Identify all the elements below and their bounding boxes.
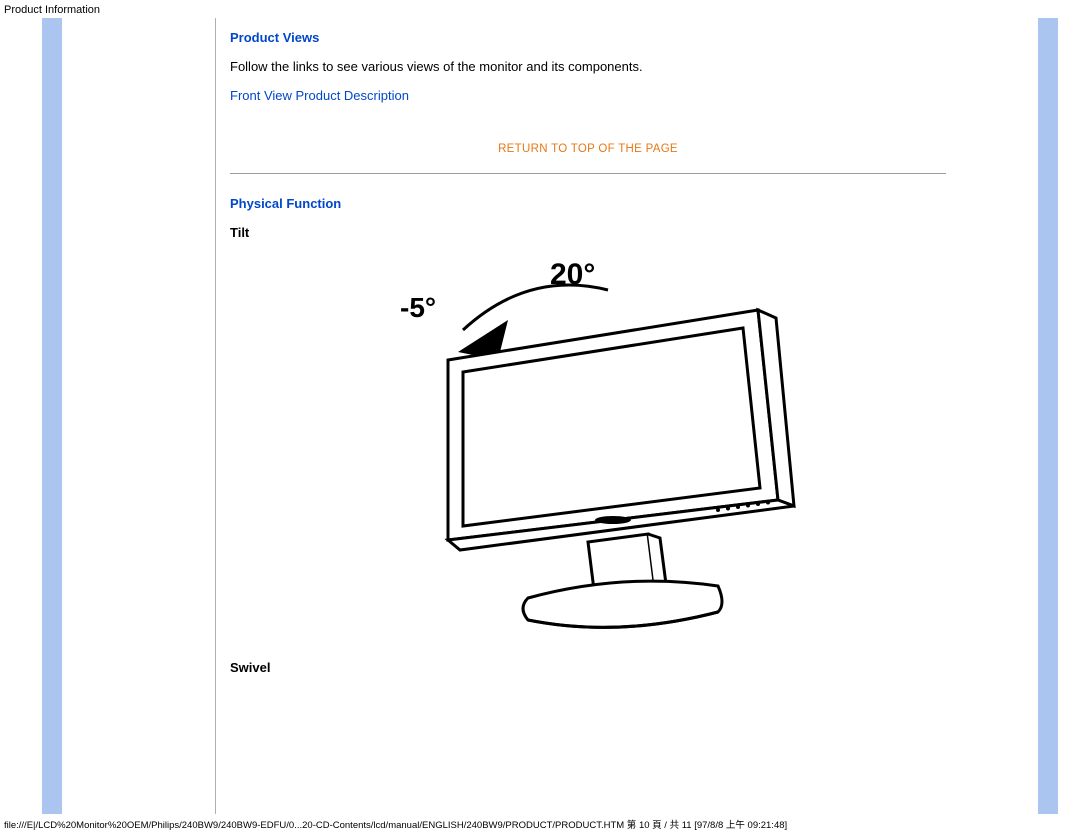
content-frame: Product Views Follow the links to see va…: [215, 18, 960, 814]
left-accent-stripe: [42, 18, 62, 814]
section-heading-product-views: Product Views: [230, 30, 946, 45]
tilt-angle-forward: 20°: [550, 258, 595, 292]
tilt-angle-back: -5°: [400, 292, 436, 324]
window-title: Product Information: [4, 4, 100, 16]
tilt-diagram: -5° 20°: [358, 260, 818, 650]
link-return-to-top[interactable]: RETURN TO TOP OF THE PAGE: [230, 143, 946, 155]
page-body: Product Views Follow the links to see va…: [0, 18, 1080, 814]
link-front-view-description[interactable]: Front View Product Description: [230, 88, 409, 103]
product-views-intro: Follow the links to see various views of…: [230, 59, 946, 74]
section-heading-physical-function: Physical Function: [230, 196, 946, 211]
footer-file-path: file:///E|/LCD%20Monitor%20OEM/Philips/2…: [4, 817, 1076, 831]
tilt-label: Tilt: [230, 225, 946, 240]
section-divider: [230, 173, 946, 174]
swivel-label: Swivel: [230, 660, 946, 675]
right-accent-stripe: [1038, 18, 1058, 814]
